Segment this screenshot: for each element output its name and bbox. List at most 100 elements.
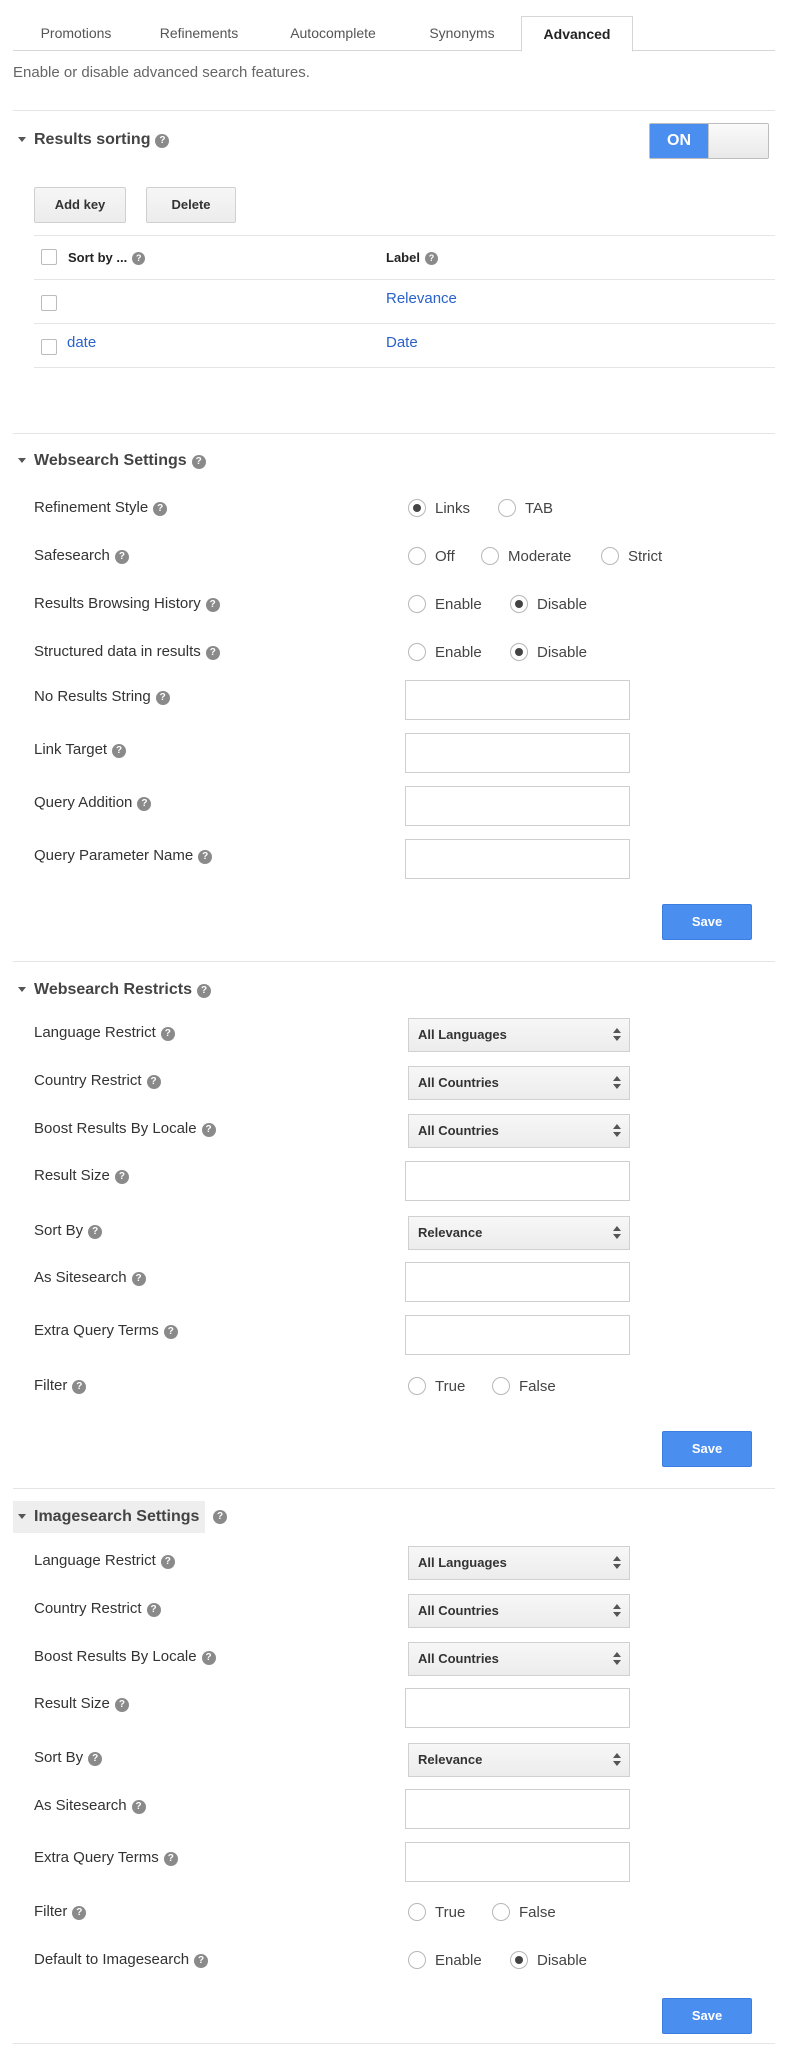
select-all-checkbox[interactable]: [41, 249, 57, 265]
row-checkbox[interactable]: [41, 295, 57, 311]
default-imagesearch-disable-radio[interactable]: Disable: [510, 1951, 587, 1969]
as-sitesearch-input[interactable]: [405, 1262, 630, 1302]
help-icon[interactable]: ?: [114, 550, 129, 564]
row-checkbox[interactable]: [41, 339, 57, 355]
radio[interactable]: [408, 1951, 426, 1969]
help-icon[interactable]: ?: [201, 1651, 216, 1665]
tab-promotions[interactable]: Promotions: [17, 16, 135, 51]
country-restrict-select[interactable]: All Countries: [408, 1066, 630, 1100]
tab-synonyms[interactable]: Synonyms: [403, 16, 521, 51]
safesearch-off-radio[interactable]: Off: [408, 547, 455, 565]
help-icon[interactable]: ?: [198, 850, 213, 864]
help-icon[interactable]: ?: [424, 252, 438, 265]
structured-data-disable-radio[interactable]: Disable: [510, 643, 587, 661]
websearch-restricts-header[interactable]: Websearch Restricts?: [13, 974, 217, 1006]
help-icon[interactable]: ?: [88, 1225, 103, 1239]
help-icon[interactable]: ?: [163, 1325, 178, 1339]
image-as-sitesearch-input[interactable]: [405, 1789, 630, 1829]
filter-false-radio[interactable]: False: [492, 1377, 556, 1395]
help-icon[interactable]: ?: [72, 1906, 87, 1920]
results-sorting-toggle[interactable]: ON: [649, 123, 769, 159]
help-icon[interactable]: ?: [131, 1800, 146, 1814]
websearch-settings-save-button[interactable]: Save: [662, 904, 752, 940]
imagesearch-settings-header[interactable]: Imagesearch Settings: [13, 1501, 206, 1533]
help-icon[interactable]: ?: [155, 134, 170, 148]
no-results-string-input[interactable]: [405, 680, 630, 720]
link-target-input[interactable]: [405, 733, 630, 773]
query-addition-input[interactable]: [405, 786, 630, 826]
help-icon[interactable]: ?: [213, 1510, 227, 1524]
image-boost-locale-select[interactable]: All Countries: [408, 1642, 630, 1676]
help-icon[interactable]: ?: [205, 646, 220, 660]
result-size-input[interactable]: [405, 1161, 630, 1201]
help-icon[interactable]: ?: [132, 252, 146, 265]
row-label-link[interactable]: Date: [386, 334, 418, 351]
help-icon[interactable]: ?: [114, 1170, 129, 1184]
image-filter-true-radio[interactable]: True: [408, 1903, 465, 1921]
default-imagesearch-enable-radio[interactable]: Enable: [408, 1951, 482, 1969]
help-icon[interactable]: ?: [191, 455, 206, 469]
help-icon[interactable]: ?: [146, 1075, 161, 1089]
radio-checked[interactable]: [510, 643, 528, 661]
radio[interactable]: [498, 499, 516, 517]
sort-by-key-link[interactable]: date: [67, 334, 96, 351]
query-parameter-name-input[interactable]: [405, 839, 630, 879]
imagesearch-settings-save-button[interactable]: Save: [662, 1998, 752, 2034]
help-icon[interactable]: ?: [160, 1027, 175, 1041]
help-icon[interactable]: ?: [194, 1954, 209, 1968]
image-language-restrict-select[interactable]: All Languages: [408, 1546, 630, 1580]
radio[interactable]: [408, 1903, 426, 1921]
tab-advanced[interactable]: Advanced: [521, 16, 633, 52]
boost-locale-select[interactable]: All Countries: [408, 1114, 630, 1148]
help-icon[interactable]: ?: [114, 1698, 129, 1712]
radio-checked[interactable]: [408, 499, 426, 517]
websearch-restricts-save-button[interactable]: Save: [662, 1431, 752, 1467]
safesearch-strict-radio[interactable]: Strict: [601, 547, 662, 565]
safesearch-moderate-radio[interactable]: Moderate: [481, 547, 571, 565]
radio[interactable]: [601, 547, 619, 565]
sort-by-select[interactable]: Relevance: [408, 1216, 630, 1250]
help-icon[interactable]: ?: [112, 744, 127, 758]
help-icon[interactable]: ?: [197, 984, 211, 998]
help-icon[interactable]: ?: [160, 1555, 175, 1569]
help-icon[interactable]: ?: [205, 598, 220, 612]
help-icon[interactable]: ?: [88, 1752, 103, 1766]
structured-data-enable-radio[interactable]: Enable: [408, 643, 482, 661]
tab-refinements[interactable]: Refinements: [135, 16, 263, 51]
radio[interactable]: [408, 1377, 426, 1395]
radio[interactable]: [492, 1377, 510, 1395]
image-filter-false-radio[interactable]: False: [492, 1903, 556, 1921]
help-icon[interactable]: ?: [155, 691, 170, 705]
radio[interactable]: [408, 547, 426, 565]
image-sort-by-select[interactable]: Relevance: [408, 1743, 630, 1777]
extra-query-terms-input[interactable]: [405, 1315, 630, 1355]
help-icon[interactable]: ?: [137, 797, 152, 811]
filter-true-radio[interactable]: True: [408, 1377, 465, 1395]
radio[interactable]: [481, 547, 499, 565]
help-icon[interactable]: ?: [163, 1852, 178, 1866]
refinement-style-links-radio[interactable]: Links: [408, 499, 470, 517]
add-key-button[interactable]: Add key: [34, 187, 126, 223]
browsing-history-enable-radio[interactable]: Enable: [408, 595, 482, 613]
help-icon[interactable]: ?: [201, 1123, 216, 1137]
image-result-size-input[interactable]: [405, 1688, 630, 1728]
image-country-restrict-select[interactable]: All Countries: [408, 1594, 630, 1628]
image-extra-query-terms-input[interactable]: [405, 1842, 630, 1882]
radio[interactable]: [408, 643, 426, 661]
results-sorting-header[interactable]: Results sorting?: [13, 124, 175, 156]
radio[interactable]: [492, 1903, 510, 1921]
browsing-history-disable-radio[interactable]: Disable: [510, 595, 587, 613]
radio-checked[interactable]: [510, 1951, 528, 1969]
tab-autocomplete[interactable]: Autocomplete: [263, 16, 403, 51]
help-icon[interactable]: ?: [146, 1603, 161, 1617]
websearch-settings-header[interactable]: Websearch Settings?: [13, 445, 212, 477]
language-restrict-select[interactable]: All Languages: [408, 1018, 630, 1052]
help-icon[interactable]: ?: [153, 502, 168, 516]
row-label-link[interactable]: Relevance: [386, 290, 457, 307]
radio-checked[interactable]: [510, 595, 528, 613]
radio[interactable]: [408, 595, 426, 613]
help-icon[interactable]: ?: [72, 1380, 87, 1394]
delete-button[interactable]: Delete: [146, 187, 236, 223]
refinement-style-tab-radio[interactable]: TAB: [498, 499, 553, 517]
help-icon[interactable]: ?: [131, 1272, 146, 1286]
